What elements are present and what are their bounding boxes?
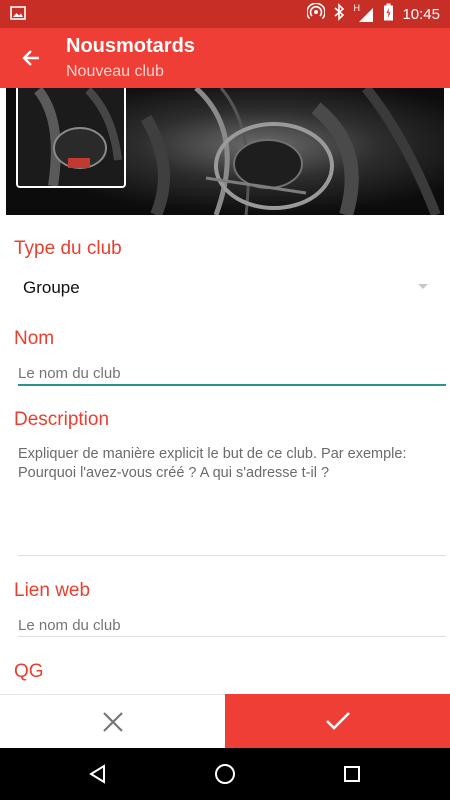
name-input[interactable]: [18, 363, 446, 383]
web-link-underline: [18, 636, 446, 637]
nav-recents-button[interactable]: [340, 762, 364, 786]
name-underline: [18, 384, 446, 386]
app-bar: Nousmotards Nouveau club: [0, 28, 450, 88]
club-logo-thumbnail[interactable]: [16, 88, 126, 188]
hq-label: QG: [14, 661, 44, 682]
cover-image[interactable]: [6, 88, 444, 215]
image-icon: [10, 6, 26, 20]
action-bar: [0, 694, 450, 748]
arrow-back-icon: [22, 50, 39, 66]
recents-square-icon: [344, 766, 360, 782]
close-icon: [102, 711, 123, 732]
confirm-button[interactable]: [225, 694, 450, 748]
bluetooth-icon: [333, 3, 345, 25]
web-link-label: Lien web: [14, 580, 91, 601]
dropdown-arrow-icon[interactable]: [418, 284, 428, 289]
status-time: 10:45: [402, 5, 440, 23]
nav-back-button[interactable]: [86, 762, 110, 786]
app-title: Nousmotards: [66, 35, 195, 57]
type-label: Type du club: [14, 238, 122, 259]
battery-icon: [383, 3, 394, 25]
home-circle-icon: [215, 764, 235, 784]
description-input[interactable]: Expliquer de manière explicit le but de …: [18, 445, 438, 483]
system-nav-bar: [0, 748, 450, 800]
name-label: Nom: [14, 328, 55, 349]
web-link-input[interactable]: [18, 615, 446, 635]
status-bar: H 10:45: [0, 0, 450, 28]
network-type-label: H: [353, 3, 360, 13]
description-label: Description: [14, 409, 110, 430]
check-icon: [325, 712, 350, 730]
cancel-button[interactable]: [0, 694, 225, 748]
app-subtitle: Nouveau club: [66, 63, 164, 80]
form-content[interactable]: Type du club Groupe Nom Description Expl…: [0, 88, 450, 694]
description-underline: [18, 555, 446, 556]
back-triangle-icon: [89, 764, 105, 784]
nav-home-button[interactable]: [213, 762, 237, 786]
hotspot-icon: [306, 2, 327, 25]
back-button[interactable]: [14, 41, 48, 75]
signal-icon: H: [353, 3, 375, 23]
type-select[interactable]: Groupe: [23, 278, 80, 298]
